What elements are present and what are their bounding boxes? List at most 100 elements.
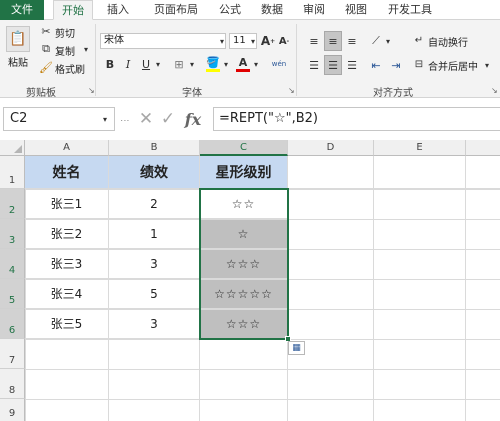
- align-top-icon[interactable]: ≡: [306, 33, 322, 49]
- row-header[interactable]: 1: [0, 156, 25, 189]
- shrink-font-icon[interactable]: A-: [278, 33, 290, 49]
- star-cell[interactable]: ☆: [200, 219, 288, 249]
- tab-developer[interactable]: 开发工具: [378, 0, 442, 20]
- orientation-icon[interactable]: ⟋: [368, 33, 384, 49]
- table-cell[interactable]: 张三2: [25, 219, 109, 249]
- tab-review[interactable]: 审阅: [296, 0, 332, 20]
- align-bottom-icon[interactable]: ≡: [344, 33, 360, 49]
- decrease-indent-icon[interactable]: ⇤: [368, 57, 384, 73]
- quick-analysis-icon: ▦: [292, 343, 301, 353]
- star-cell[interactable]: ☆☆: [200, 189, 288, 219]
- row-header[interactable]: 4: [0, 249, 25, 279]
- row-header[interactable]: 6: [0, 309, 25, 339]
- tab-page-layout[interactable]: 页面布局: [144, 0, 208, 20]
- italic-button[interactable]: I: [122, 56, 134, 72]
- header-cell-name[interactable]: 姓名: [25, 156, 109, 189]
- underline-button[interactable]: U: [140, 56, 152, 72]
- empty-cell[interactable]: [374, 156, 466, 189]
- tab-home[interactable]: 开始: [53, 0, 93, 20]
- insert-function-icon[interactable]: fx: [180, 108, 206, 130]
- star-cell[interactable]: ☆☆☆☆☆: [200, 279, 288, 309]
- copy-button[interactable]: 复制: [55, 43, 75, 58]
- row-header[interactable]: 5: [0, 279, 25, 309]
- font-color-icon[interactable]: A: [236, 56, 250, 72]
- clipboard-launcher-icon[interactable]: ↘: [88, 86, 95, 95]
- align-left-icon[interactable]: ☰: [306, 57, 322, 73]
- empty-cell[interactable]: [288, 156, 374, 189]
- confirm-entry-icon[interactable]: ✓: [158, 108, 178, 130]
- cancel-entry-icon[interactable]: ✕: [136, 108, 156, 130]
- table-cell[interactable]: 张三3: [25, 249, 109, 279]
- font-size-dropdown-icon[interactable]: ▾: [249, 34, 257, 48]
- row-header[interactable]: 3: [0, 219, 25, 249]
- merge-center-button[interactable]: 合并后居中: [428, 58, 478, 73]
- fill-color-icon[interactable]: 🪣: [206, 56, 220, 72]
- column-header-c[interactable]: C: [200, 140, 288, 156]
- underline-dropdown-icon[interactable]: ▾: [154, 57, 162, 71]
- cut-button[interactable]: 剪切: [55, 25, 75, 40]
- tab-view[interactable]: 视图: [338, 0, 374, 20]
- grow-font-icon[interactable]: A +: [261, 33, 275, 49]
- star-cell[interactable]: ☆☆☆: [200, 309, 288, 339]
- increase-indent-icon[interactable]: ⇥: [388, 57, 404, 73]
- copy-icon[interactable]: ⧉: [40, 42, 52, 55]
- bold-button[interactable]: B: [104, 56, 116, 72]
- merge-center-icon[interactable]: ⊟: [412, 57, 426, 71]
- tab-file[interactable]: 文件: [0, 0, 44, 20]
- font-name-value: 宋体: [104, 35, 124, 46]
- table-cell[interactable]: 张三5: [25, 309, 109, 339]
- formula-input[interactable]: =REPT("☆",B2): [213, 107, 500, 131]
- merge-dropdown-icon[interactable]: ▾: [483, 58, 491, 72]
- wrap-text-button[interactable]: 自动换行: [428, 34, 468, 49]
- format-painter-icon[interactable]: 🖌: [39, 61, 53, 74]
- align-middle-icon[interactable]: ≡: [324, 31, 342, 51]
- row-header[interactable]: 9: [0, 399, 25, 421]
- row-header[interactable]: 8: [0, 369, 25, 399]
- table-cell[interactable]: 张三4: [25, 279, 109, 309]
- align-right-icon[interactable]: ☰: [344, 57, 360, 73]
- table-cell[interactable]: 3: [109, 249, 200, 279]
- table-cell[interactable]: 1: [109, 219, 200, 249]
- wrap-text-icon[interactable]: ↵: [412, 33, 426, 47]
- name-box-dropdown-icon[interactable]: ▾: [100, 112, 110, 126]
- name-box[interactable]: C2: [3, 107, 115, 131]
- column-header-a[interactable]: A: [25, 140, 109, 156]
- paste-icon[interactable]: 📋: [6, 26, 30, 52]
- copy-dropdown-icon[interactable]: ▾: [82, 43, 90, 55]
- tab-insert[interactable]: 插入: [100, 0, 136, 20]
- format-painter-button[interactable]: 格式刷: [55, 61, 85, 76]
- orientation-dropdown-icon[interactable]: ▾: [384, 34, 392, 48]
- grid-line: [465, 156, 466, 421]
- font-name-select[interactable]: 宋体: [100, 33, 226, 49]
- column-header-e[interactable]: E: [374, 140, 466, 156]
- phonetic-icon[interactable]: wén: [270, 55, 288, 73]
- cut-icon[interactable]: ✂: [40, 25, 52, 38]
- select-all-corner[interactable]: [0, 140, 25, 156]
- empty-cell[interactable]: [466, 156, 500, 189]
- star-cell[interactable]: ☆☆☆: [200, 249, 288, 279]
- table-cell[interactable]: 2: [109, 189, 200, 219]
- quick-analysis-button[interactable]: ▦: [288, 341, 305, 355]
- paste-button[interactable]: 粘贴: [8, 54, 28, 69]
- column-header-b[interactable]: B: [109, 140, 200, 156]
- font-launcher-icon[interactable]: ↘: [288, 86, 295, 95]
- table-cell[interactable]: 3: [109, 309, 200, 339]
- grid-line: [287, 189, 288, 421]
- header-cell-performance[interactable]: 绩效: [109, 156, 200, 189]
- tab-formulas[interactable]: 公式: [212, 0, 248, 20]
- table-cell[interactable]: 5: [109, 279, 200, 309]
- font-name-dropdown-icon[interactable]: ▾: [218, 34, 226, 48]
- row-header[interactable]: 7: [0, 339, 25, 369]
- table-cell[interactable]: 张三1: [25, 189, 109, 219]
- tab-data[interactable]: 数据: [254, 0, 290, 20]
- font-color-dropdown-icon[interactable]: ▾: [252, 57, 260, 71]
- fill-color-dropdown-icon[interactable]: ▾: [222, 57, 230, 71]
- column-header-d[interactable]: D: [288, 140, 374, 156]
- alignment-launcher-icon[interactable]: ↘: [491, 86, 498, 95]
- header-cell-star-level[interactable]: 星形级别: [200, 156, 288, 189]
- border-icon[interactable]: ⊞: [172, 56, 186, 72]
- align-center-icon[interactable]: ☰: [324, 55, 342, 75]
- row-header[interactable]: 2: [0, 189, 25, 219]
- border-dropdown-icon[interactable]: ▾: [188, 57, 196, 71]
- column-header-f[interactable]: [466, 140, 500, 156]
